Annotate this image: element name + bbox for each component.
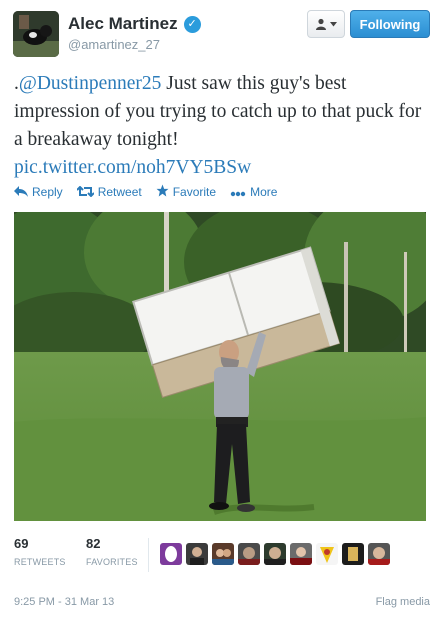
favorite-button[interactable]: Favorite [156,184,216,200]
verified-badge-icon: ✓ [183,15,201,33]
favoriter-avatar[interactable] [368,543,390,565]
name-row: Alec Martinez ✓ [68,14,201,34]
reply-label: Reply [32,185,63,199]
retweets-label: RETWEETS [14,557,66,567]
favoriter-avatar[interactable] [342,543,364,565]
favoriter-avatar[interactable] [290,543,312,565]
more-dots-icon [230,185,246,200]
favoriter-avatar[interactable] [264,543,286,565]
person-icon [316,18,326,30]
favorites-count: 82 [86,536,101,551]
favoriter-avatar[interactable] [186,543,208,565]
following-button[interactable]: Following [350,10,430,38]
flag-media-link[interactable]: Flag media [376,596,430,608]
tweet-actions: Reply Retweet Favorite More [14,184,277,200]
user-actions-dropdown[interactable] [307,10,345,38]
timestamp[interactable]: 9:25 PM - 31 Mar 13 [14,596,114,608]
tweet-photo[interactable] [14,212,426,521]
favorite-label: Favorite [172,185,217,199]
favoriter-avatar[interactable] [238,543,260,565]
star-icon [156,184,169,200]
more-label: More [250,185,278,199]
stats-divider [148,538,149,572]
reply-icon [14,185,28,200]
mention-link[interactable]: @Dustinpenner25 [19,73,162,94]
favoriter-avatars [160,543,390,565]
more-button[interactable]: More [230,185,277,200]
retweet-icon [75,185,95,200]
retweets-stat[interactable]: 69 RETWEETS [14,536,66,567]
favorites-label: FAVORITES [86,557,138,567]
display-name[interactable]: Alec Martinez [68,14,178,34]
user-avatar[interactable] [13,11,59,57]
tweet-header: Alec Martinez ✓ @amartinez_27 Following [0,0,443,64]
favoriter-avatar[interactable] [212,543,234,565]
tweet-footer: 9:25 PM - 31 Mar 13 Flag media [14,596,430,608]
favorites-stat[interactable]: 82 FAVORITES [86,536,138,567]
reply-button[interactable]: Reply [14,185,63,200]
retweet-label: Retweet [97,185,142,199]
retweet-button[interactable]: Retweet [75,185,142,200]
retweets-count: 69 [14,536,29,551]
tweet-text: .@Dustinpenner25 Just saw this guy's bes… [14,70,434,182]
user-handle[interactable]: @amartinez_27 [68,37,160,52]
pic-link[interactable]: pic.twitter.com/noh7VY5BSw [14,157,251,178]
favoriter-avatar[interactable] [316,543,338,565]
caret-down-icon [330,21,337,26]
favoriter-avatar[interactable] [160,543,182,565]
